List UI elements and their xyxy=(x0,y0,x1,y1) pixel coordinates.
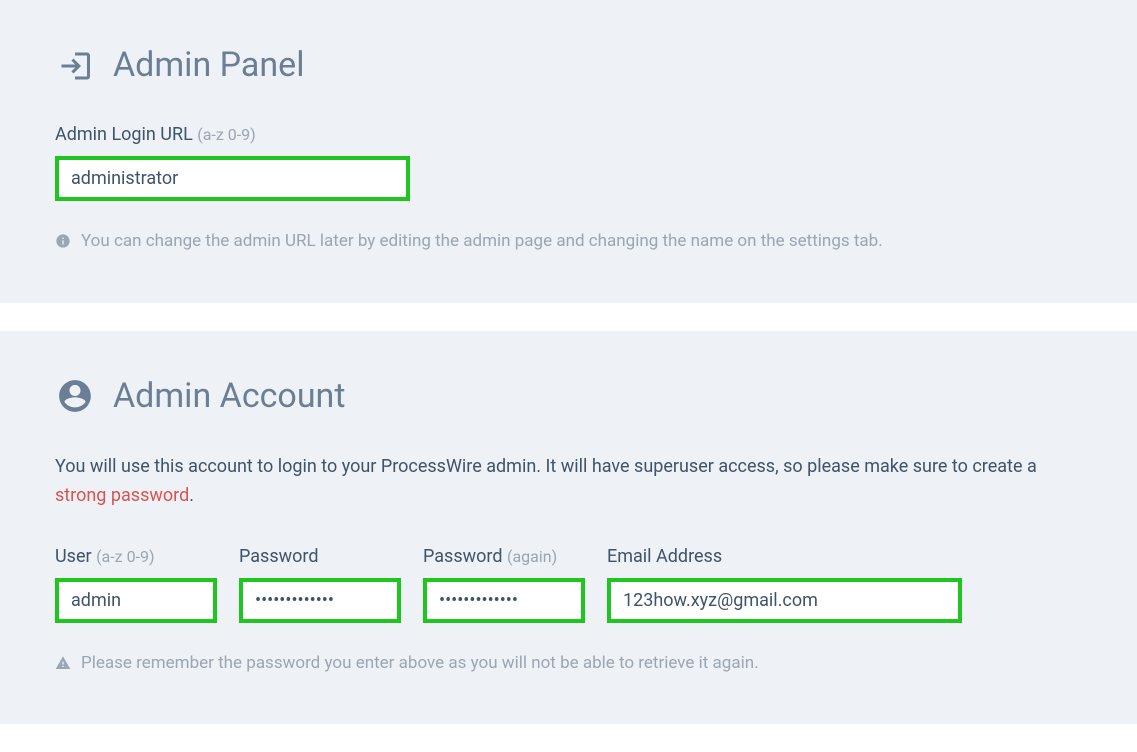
account-fields-row: User (a-z 0-9) Password Password (again)… xyxy=(55,543,1082,623)
password-field: Password xyxy=(239,543,401,623)
strong-password-link[interactable]: strong password xyxy=(55,485,189,506)
admin-url-input[interactable] xyxy=(55,156,410,201)
password-label: Password xyxy=(239,543,401,570)
password-again-input[interactable] xyxy=(423,578,585,623)
admin-url-field: Admin Login URL (a-z 0-9) xyxy=(55,121,1082,201)
password-again-field: Password (again) xyxy=(423,543,585,623)
sign-in-icon xyxy=(55,46,95,86)
warning-icon xyxy=(55,654,71,680)
user-input[interactable] xyxy=(55,578,217,623)
admin-account-section: Admin Account You will use this account … xyxy=(0,331,1137,725)
password-input[interactable] xyxy=(239,578,401,623)
admin-account-title: Admin Account xyxy=(113,371,345,422)
admin-url-label: Admin Login URL (a-z 0-9) xyxy=(55,121,1082,148)
password-warning-text: Please remember the password you enter a… xyxy=(81,651,759,677)
admin-url-info-text: You can change the admin URL later by ed… xyxy=(81,229,883,255)
user-hint: (a-z 0-9) xyxy=(96,547,154,566)
admin-panel-heading: Admin Panel xyxy=(55,40,1082,91)
password-again-label: Password (again) xyxy=(423,543,585,570)
password-again-hint: (again) xyxy=(507,547,557,566)
email-input[interactable] xyxy=(607,578,962,623)
admin-account-intro: You will use this account to login to yo… xyxy=(55,452,1082,511)
admin-url-hint: (a-z 0-9) xyxy=(197,125,255,144)
user-field: User (a-z 0-9) xyxy=(55,543,217,623)
email-label: Email Address xyxy=(607,543,962,570)
email-field: Email Address xyxy=(607,543,962,623)
info-circle-icon xyxy=(55,232,71,258)
user-circle-icon xyxy=(55,376,95,416)
user-label: User (a-z 0-9) xyxy=(55,543,217,570)
admin-account-heading: Admin Account xyxy=(55,371,1082,422)
admin-url-info: You can change the admin URL later by ed… xyxy=(55,229,1082,258)
admin-panel-section: Admin Panel Admin Login URL (a-z 0-9) Yo… xyxy=(0,0,1137,303)
admin-panel-title: Admin Panel xyxy=(113,40,304,91)
password-warning: Please remember the password you enter a… xyxy=(55,651,1082,680)
